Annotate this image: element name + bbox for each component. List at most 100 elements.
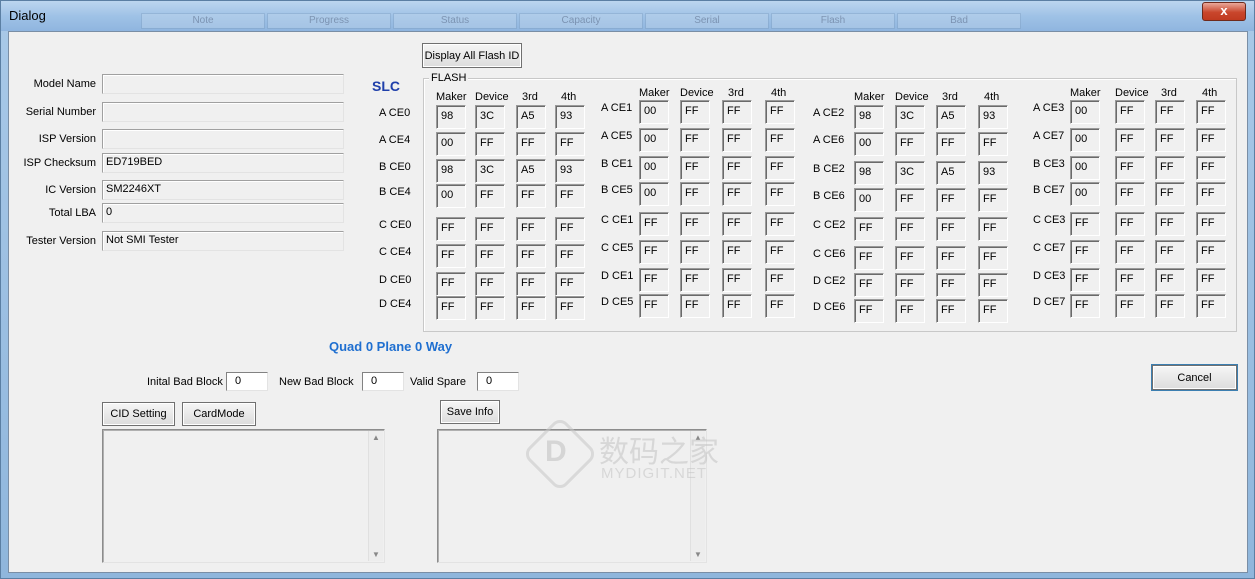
flash-id-cell[interactable]: 00 (639, 156, 669, 180)
flash-id-cell[interactable]: 00 (639, 100, 669, 124)
flash-id-cell[interactable]: FF (722, 294, 752, 318)
flash-id-cell[interactable]: FF (516, 217, 546, 241)
flash-id-cell[interactable]: FF (680, 156, 710, 180)
flash-id-cell[interactable]: FF (895, 246, 925, 270)
flash-id-cell[interactable]: A5 (516, 159, 546, 183)
flash-id-cell[interactable]: 00 (854, 132, 884, 156)
flash-id-cell[interactable]: FF (765, 212, 795, 236)
flash-id-cell[interactable]: 3C (475, 105, 505, 129)
flash-id-cell[interactable]: FF (895, 188, 925, 212)
flash-id-cell[interactable]: 98 (436, 105, 466, 129)
flash-id-cell[interactable]: FF (936, 217, 966, 241)
flash-id-cell[interactable]: FF (765, 156, 795, 180)
flash-id-cell[interactable]: FF (1196, 268, 1226, 292)
flash-id-cell[interactable]: 93 (978, 105, 1008, 129)
flash-id-cell[interactable]: FF (936, 246, 966, 270)
flash-id-cell[interactable]: FF (1155, 100, 1185, 124)
flash-id-cell[interactable]: FF (1115, 268, 1145, 292)
flash-id-cell[interactable]: FF (516, 184, 546, 208)
flash-id-cell[interactable]: FF (895, 132, 925, 156)
flash-id-cell[interactable]: FF (1070, 294, 1100, 318)
flash-id-cell[interactable]: FF (765, 182, 795, 206)
flash-id-cell[interactable]: FF (680, 100, 710, 124)
flash-id-cell[interactable]: FF (555, 296, 585, 320)
flash-id-cell[interactable]: FF (680, 128, 710, 152)
flash-id-cell[interactable]: FF (1115, 294, 1145, 318)
flash-id-cell[interactable]: FF (680, 240, 710, 264)
flash-id-cell[interactable]: FF (722, 212, 752, 236)
scroll-down-icon[interactable]: ▼ (372, 550, 380, 559)
flash-id-cell[interactable]: FF (854, 273, 884, 297)
flash-id-cell[interactable]: 00 (639, 182, 669, 206)
flash-id-cell[interactable]: FF (555, 244, 585, 268)
flash-id-cell[interactable]: FF (1115, 182, 1145, 206)
flash-id-cell[interactable]: FF (436, 217, 466, 241)
flash-id-cell[interactable]: FF (475, 296, 505, 320)
flash-id-cell[interactable]: FF (936, 273, 966, 297)
flash-id-cell[interactable]: FF (436, 296, 466, 320)
flash-id-cell[interactable]: 00 (1070, 128, 1100, 152)
flash-id-cell[interactable]: 93 (978, 161, 1008, 185)
flash-id-cell[interactable]: 3C (895, 105, 925, 129)
flash-id-cell[interactable]: FF (1155, 182, 1185, 206)
flash-id-cell[interactable]: FF (1155, 294, 1185, 318)
flash-id-cell[interactable]: FF (475, 217, 505, 241)
flash-id-cell[interactable]: FF (936, 299, 966, 323)
flash-id-cell[interactable]: FF (475, 272, 505, 296)
flash-id-cell[interactable]: FF (516, 272, 546, 296)
flash-id-cell[interactable]: FF (555, 272, 585, 296)
flash-id-cell[interactable]: FF (680, 182, 710, 206)
flash-id-cell[interactable]: FF (475, 244, 505, 268)
flash-id-cell[interactable]: FF (680, 212, 710, 236)
flash-id-cell[interactable]: FF (1196, 156, 1226, 180)
flash-id-cell[interactable]: FF (978, 132, 1008, 156)
flash-id-cell[interactable]: 98 (854, 161, 884, 185)
flash-id-cell[interactable]: 3C (895, 161, 925, 185)
flash-id-cell[interactable]: FF (1155, 240, 1185, 264)
flash-id-cell[interactable]: 00 (1070, 182, 1100, 206)
flash-id-cell[interactable]: FF (555, 184, 585, 208)
flash-id-cell[interactable]: FF (854, 217, 884, 241)
flash-id-cell[interactable]: FF (1155, 128, 1185, 152)
flash-id-cell[interactable]: FF (639, 212, 669, 236)
flash-id-cell[interactable]: FF (978, 273, 1008, 297)
flash-id-cell[interactable]: FF (936, 188, 966, 212)
flash-id-cell[interactable]: FF (1196, 182, 1226, 206)
flash-id-cell[interactable]: FF (765, 294, 795, 318)
flash-id-cell[interactable]: 3C (475, 159, 505, 183)
flash-id-cell[interactable]: FF (1196, 100, 1226, 124)
flash-id-cell[interactable]: FF (978, 299, 1008, 323)
flash-id-cell[interactable]: FF (1115, 156, 1145, 180)
cancel-button[interactable]: Cancel (1152, 365, 1237, 390)
flash-id-cell[interactable]: FF (765, 128, 795, 152)
flash-id-cell[interactable]: FF (639, 294, 669, 318)
flash-id-cell[interactable]: FF (722, 240, 752, 264)
title-bar[interactable]: Dialog Note Progress Status Capacity Serial F… (1, 1, 1254, 31)
cid-log-scrollbar[interactable]: ▲ ▼ (368, 431, 383, 561)
close-button[interactable]: x (1202, 2, 1246, 21)
flash-id-cell[interactable]: FF (978, 246, 1008, 270)
flash-id-cell[interactable]: FF (765, 268, 795, 292)
flash-id-cell[interactable]: FF (722, 100, 752, 124)
save-info-button[interactable]: Save Info (440, 400, 500, 424)
flash-id-cell[interactable]: FF (516, 296, 546, 320)
flash-id-cell[interactable]: 93 (555, 159, 585, 183)
flash-id-cell[interactable]: FF (854, 299, 884, 323)
flash-id-cell[interactable]: 00 (639, 128, 669, 152)
flash-id-cell[interactable]: FF (516, 244, 546, 268)
flash-id-cell[interactable]: FF (722, 128, 752, 152)
flash-id-cell[interactable]: FF (1196, 212, 1226, 236)
flash-id-cell[interactable]: FF (978, 188, 1008, 212)
flash-id-cell[interactable]: FF (1196, 294, 1226, 318)
flash-id-cell[interactable]: FF (765, 240, 795, 264)
flash-id-cell[interactable]: FF (436, 244, 466, 268)
flash-id-cell[interactable]: FF (936, 132, 966, 156)
flash-id-cell[interactable]: FF (1155, 156, 1185, 180)
flash-id-cell[interactable]: 98 (436, 159, 466, 183)
flash-id-cell[interactable]: 00 (1070, 100, 1100, 124)
display-all-flash-id-button[interactable]: Display All Flash ID (422, 43, 522, 68)
flash-id-cell[interactable]: FF (1155, 212, 1185, 236)
flash-id-cell[interactable]: A5 (516, 105, 546, 129)
flash-id-cell[interactable]: FF (1115, 100, 1145, 124)
scroll-up-icon[interactable]: ▲ (372, 433, 380, 442)
